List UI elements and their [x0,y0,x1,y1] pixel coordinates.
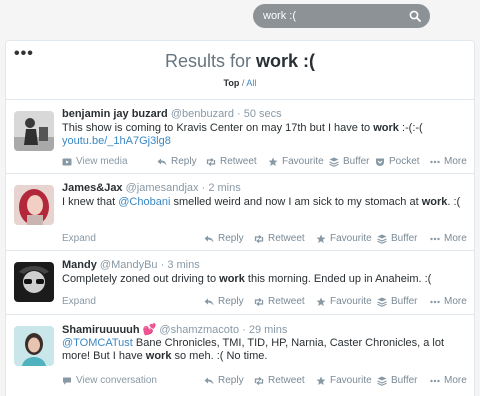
tweet-actions: View media Reply Retweet Favourite Buffe… [6,156,474,170]
expand-link[interactable]: Expand [62,296,96,307]
avatar[interactable] [14,326,54,366]
filter-all-link[interactable]: All [246,78,256,88]
tweet-time[interactable]: · 50 secs [237,108,282,120]
tweet-text: I knew that @Chobani smelled weird and n… [62,196,461,208]
user-name[interactable]: Shamiruuuuuh 💕 [62,324,156,336]
results-filter: Top / All [223,78,257,88]
retweet-icon [254,234,264,243]
search-icon[interactable] [409,10,421,22]
tweet-header: Shamiruuuuuh 💕 @shamzmacoto · 29 mins [62,323,287,336]
reply-button[interactable]: Reply [157,156,197,167]
more-icon [430,160,440,163]
view-media-button[interactable]: View media [62,156,128,167]
reply-icon [204,377,214,384]
pocket-icon [376,158,384,166]
reply-icon [204,298,214,305]
results-query: work :( [256,51,316,71]
tweet: Mandy @MandyBu · 3 mins Completely zoned… [6,250,474,314]
reply-button[interactable]: Reply [204,375,244,386]
tweet: Shamiruuuuuh 💕 @shamzmacoto · 29 mins @T… [6,314,474,396]
user-name[interactable]: James&Jax [62,182,123,194]
tweet-link[interactable]: youtu.be/_1hA7Gj3lg8 [62,135,171,147]
buffer-button[interactable]: Buffer [377,233,418,244]
search-box[interactable] [253,4,430,28]
more-button[interactable]: More [430,156,467,167]
retweet-icon [206,157,216,166]
reply-button[interactable]: Reply [204,233,244,244]
reply-button[interactable]: Reply [204,296,244,307]
retweet-button[interactable]: Retweet [254,233,305,244]
buffer-button[interactable]: Buffer [329,156,370,167]
reply-icon [204,235,214,242]
tweet-header: Mandy @MandyBu · 3 mins [62,259,200,271]
tweet: benjamin jay buzard @benbuzard · 50 secs… [6,99,474,173]
tweet-actions: Expand Reply Retweet Favourite Buffer Mo… [6,233,474,247]
retweet-button[interactable]: Retweet [206,156,257,167]
search-input[interactable] [263,8,403,24]
retweet-icon [254,297,264,306]
more-icon [430,237,440,240]
more-button[interactable]: More [430,375,467,386]
buffer-button[interactable]: Buffer [377,375,418,386]
star-icon [268,157,278,166]
tweet-text: @TOMCATust Bane Chronicles, TMI, TID, HP… [62,337,445,362]
user-handle[interactable]: @benbuzard [171,108,234,120]
user-name[interactable]: benjamin jay buzard [62,108,168,120]
tweet-text: This show is coming to Kravis Center on … [62,122,423,147]
more-icon [430,379,440,382]
favourite-button[interactable]: Favourite [316,296,372,307]
pocket-button[interactable]: Pocket [375,156,420,167]
reply-icon [157,158,167,165]
tweet-actions: View conversation Reply Retweet Favourit… [6,375,474,389]
search-results-panel: ••• Results for work :( Top / All benjam… [5,40,475,396]
buffer-icon [377,234,387,244]
favourite-button[interactable]: Favourite [268,156,324,167]
tweet-time[interactable]: · 29 mins [242,324,287,336]
more-button[interactable]: More [430,233,467,244]
more-icon [430,300,440,303]
results-title: Results for work :( [164,51,316,71]
buffer-icon [377,297,387,307]
favourite-button[interactable]: Favourite [316,375,372,386]
tweet-header: James&Jax @jamesandjax · 2 mins [62,182,241,194]
tweet: James&Jax @jamesandjax · 2 mins I knew t… [6,173,474,250]
tweet-time[interactable]: · 3 mins [161,259,200,271]
retweet-button[interactable]: Retweet [254,296,305,307]
mention-link[interactable]: @TOMCATust [62,337,133,349]
media-icon [62,158,72,165]
star-icon [316,297,326,306]
conversation-icon [63,377,71,385]
tweet-actions: Expand Reply Retweet Favourite Buffer Mo… [6,296,474,310]
buffer-icon [329,157,339,167]
filter-top-link[interactable]: Top [224,78,240,88]
star-icon [316,234,326,243]
buffer-icon [377,376,387,386]
retweet-icon [254,376,264,385]
retweet-button[interactable]: Retweet [254,375,305,386]
user-handle[interactable]: @shamzmacoto [159,324,239,336]
more-button[interactable]: More [430,296,467,307]
buffer-button[interactable]: Buffer [377,296,418,307]
user-handle[interactable]: @jamesandjax [126,182,199,194]
view-conversation-button[interactable]: View conversation [62,375,157,386]
tweet-time[interactable]: · 2 mins [202,182,241,194]
avatar[interactable] [14,111,54,151]
favourite-button[interactable]: Favourite [316,233,372,244]
user-name[interactable]: Mandy [62,259,97,271]
top-bar [0,0,480,36]
star-icon [316,376,326,385]
avatar[interactable] [14,185,54,225]
tweet-text: Completely zoned out driving to work thi… [62,273,432,285]
tweet-header: benjamin jay buzard @benbuzard · 50 secs [62,108,282,120]
expand-link[interactable]: Expand [62,233,96,244]
mention-link[interactable]: @Chobani [118,196,170,208]
user-handle[interactable]: @MandyBu [100,259,158,271]
